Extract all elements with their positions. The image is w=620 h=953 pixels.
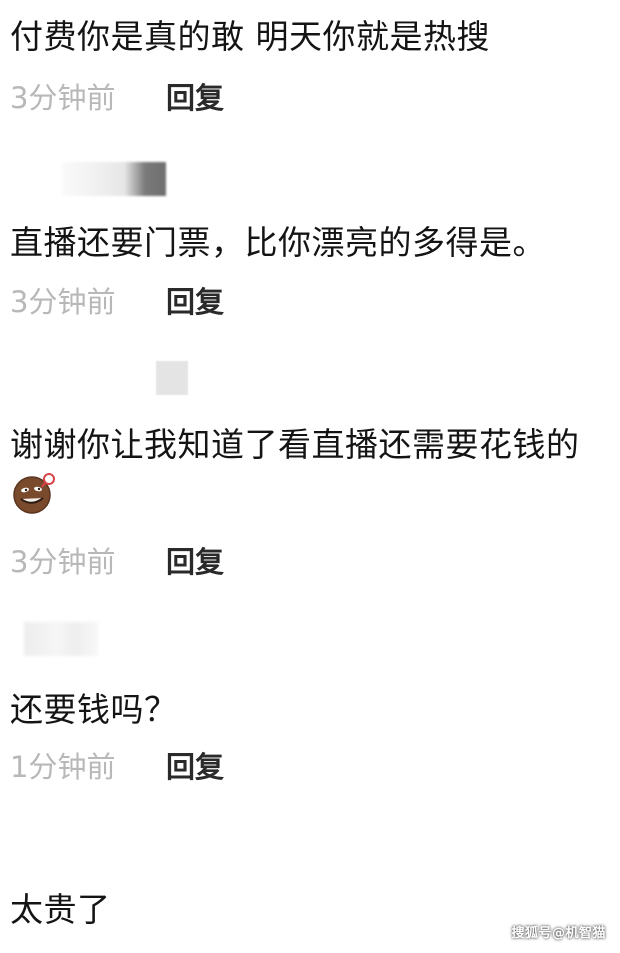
comment-meta: 3分钟前 回复 — [10, 76, 224, 116]
comment-text: 谢谢你让我知道了看直播还需要花钱的 — [10, 420, 606, 520]
comment-text: 付费你是真的敢 明天你就是热搜 — [10, 17, 490, 56]
username-redacted — [156, 361, 188, 395]
watermark: 搜狐号@机智猫 — [511, 926, 606, 941]
username-redacted — [24, 622, 98, 656]
comment-meta: 3分钟前 回复 — [10, 540, 224, 580]
comment-timestamp: 1分钟前 — [10, 750, 116, 784]
reply-button[interactable]: 回复 — [166, 744, 224, 786]
comment-timestamp: 3分钟前 — [10, 285, 116, 319]
comment-timestamp: 3分钟前 — [10, 81, 116, 115]
comment-text-content: 谢谢你让我知道了看直播还需要花钱的 — [10, 425, 580, 464]
comment-text: 还要钱吗？ — [10, 690, 178, 729]
reply-button[interactable]: 回复 — [166, 75, 224, 117]
smirk-emoji-icon — [13, 473, 55, 514]
username-redacted — [62, 162, 166, 196]
comment-text: 直播还要门票，比你漂亮的多得是。 — [10, 223, 546, 262]
comment-meta: 1分钟前 回复 — [10, 745, 224, 785]
comment-timestamp: 3分钟前 — [10, 545, 116, 579]
reply-button[interactable]: 回复 — [166, 279, 224, 321]
comment-meta: 3分钟前 回复 — [10, 280, 224, 320]
reply-button[interactable]: 回复 — [166, 539, 224, 581]
